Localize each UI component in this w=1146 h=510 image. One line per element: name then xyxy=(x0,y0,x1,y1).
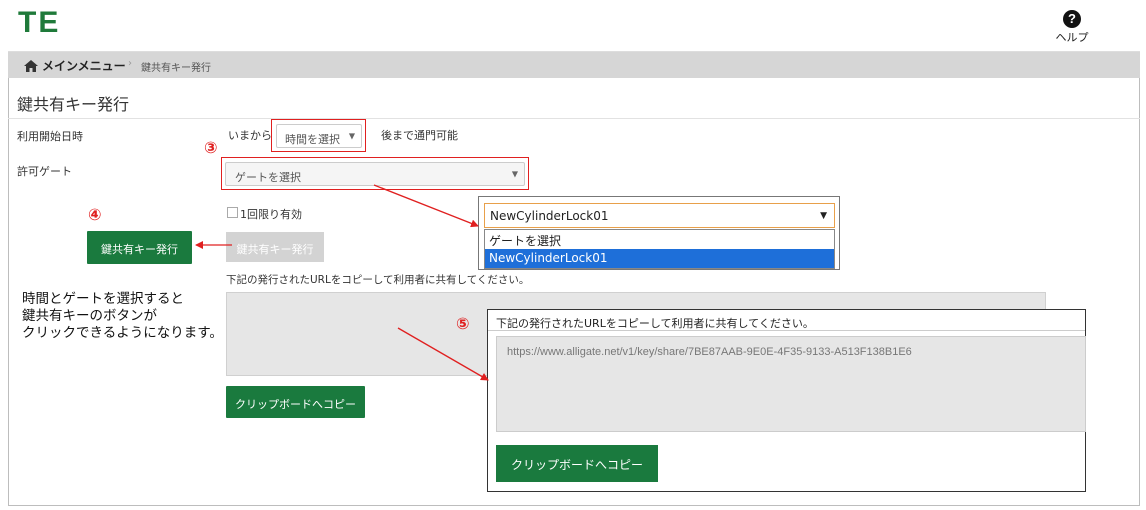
arrow-gate-to-dropdown xyxy=(373,184,479,228)
annotation-arrows xyxy=(195,184,489,381)
arrow-to-copy-callout xyxy=(397,327,489,381)
